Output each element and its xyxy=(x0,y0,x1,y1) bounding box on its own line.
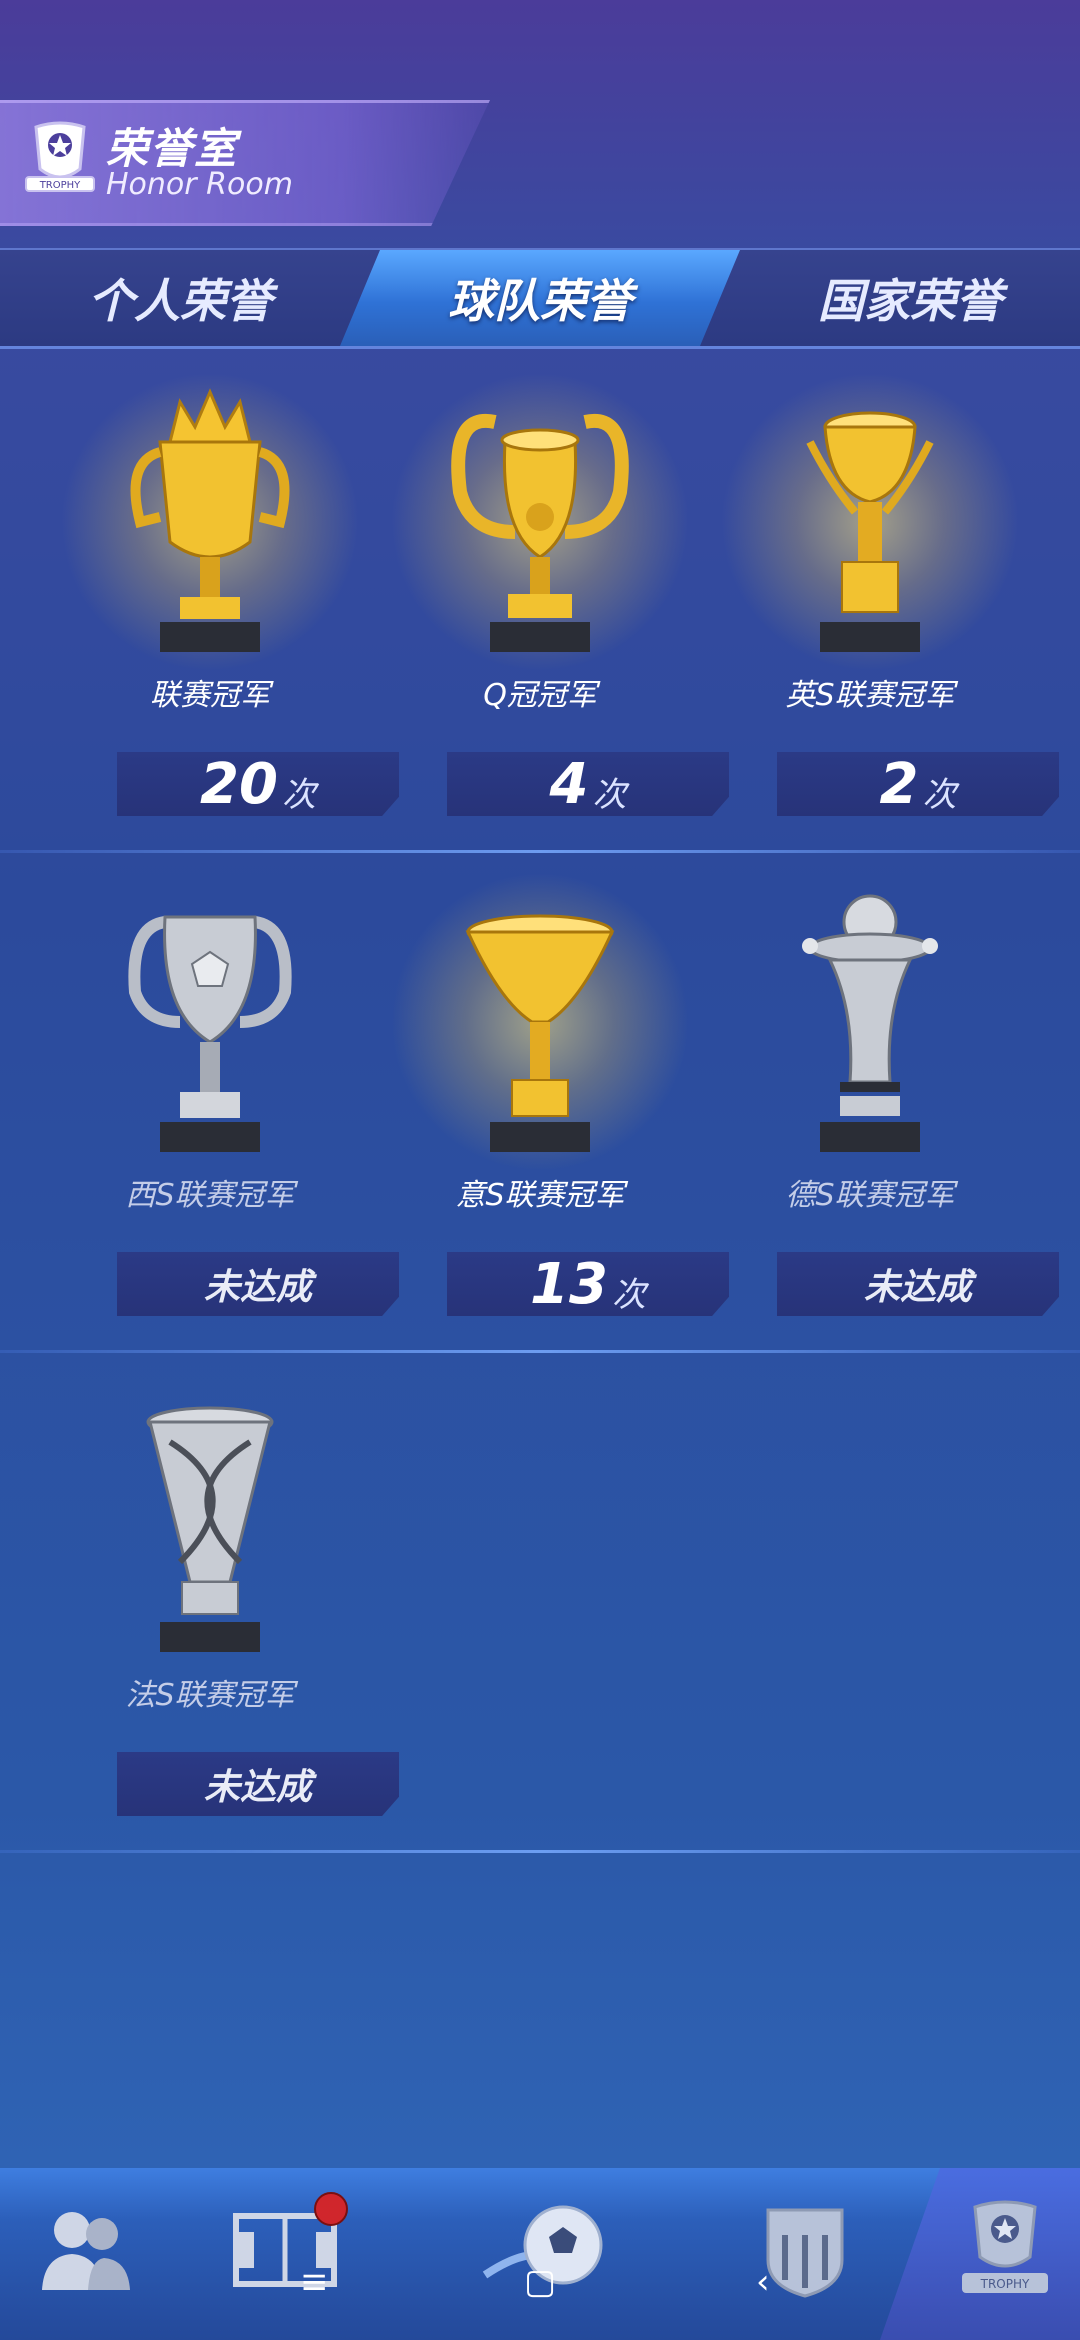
home-icon[interactable]: ▢ xyxy=(524,2262,556,2302)
italian-league-trophy-gold-icon xyxy=(465,914,615,1152)
trophy-card[interactable]: Q冠冠军 4 次 xyxy=(375,352,729,852)
trophy-card[interactable]: 德S联赛冠军 未达成 xyxy=(705,852,1059,1352)
trophy-card[interactable]: 英S联赛冠军 2 次 xyxy=(705,352,1059,852)
trophy-name: Q冠冠军 xyxy=(483,678,597,713)
menu-icon[interactable]: ≡ xyxy=(300,2262,329,2302)
back-icon[interactable]: ‹ xyxy=(756,2262,770,2302)
trophy-status-box: 未达成 xyxy=(117,1752,399,1816)
trophy-card[interactable]: 西S联赛冠军 未达成 xyxy=(45,852,399,1352)
not-achieved-label: 未达成 xyxy=(203,1767,312,1808)
trophy-count-box: 20 次 xyxy=(117,752,399,816)
tab-national-honors[interactable]: 国家荣誉 xyxy=(760,250,1060,346)
trophy-card[interactable]: 联赛冠军 20 次 xyxy=(45,352,399,852)
not-achieved-label: 未达成 xyxy=(203,1267,312,1308)
not-achieved-label: 未达成 xyxy=(863,1267,972,1308)
trophy-status-box: 未达成 xyxy=(117,1252,399,1316)
trophy-name: 意S联赛冠军 xyxy=(455,1178,625,1213)
count-unit: 次 xyxy=(922,774,957,815)
trophy-name: 英S联赛冠军 xyxy=(785,678,955,713)
trophy-grid: 联赛冠军 20 次 Q冠冠军 4 次 英S联赛冠军 2 次 西S联赛冠军 未达成… xyxy=(0,352,1080,1853)
trophy-count-box: 2 次 xyxy=(777,752,1059,816)
spanish-league-trophy-silver-icon xyxy=(128,915,292,1152)
count-unit: 次 xyxy=(592,774,627,815)
league-trophy-gold-icon xyxy=(130,388,290,652)
trophy-name: 联赛冠军 xyxy=(150,678,270,713)
svg-text:TROPHY: TROPHY xyxy=(39,180,81,191)
trophy-name: 西S联赛冠军 xyxy=(125,1178,295,1213)
trophy-emblem-icon: TROPHY xyxy=(25,121,95,192)
french-league-trophy-silver-icon xyxy=(146,1406,274,1652)
count-unit: 次 xyxy=(281,774,316,815)
trophy-count: 13 xyxy=(530,1251,608,1317)
trophy-nav-label: TROPHY xyxy=(980,2277,1030,2291)
players-icon xyxy=(42,2212,130,2290)
nav-players[interactable] xyxy=(20,2190,150,2310)
page-header: TROPHY 荣誉室 Honor Room xyxy=(0,100,490,226)
club-crest-icon xyxy=(766,2208,844,2298)
honor-tabs: 个人荣誉 球队荣誉 国家荣誉 xyxy=(0,248,1080,349)
tab-personal-honors[interactable]: 个人荣誉 xyxy=(30,250,330,346)
trophy-count: 20 xyxy=(200,751,278,817)
trophy-count-box: 4 次 xyxy=(447,752,729,816)
tab-team-honors[interactable]: 球队荣誉 xyxy=(340,250,740,346)
trophy-count: 2 xyxy=(879,751,919,817)
notification-badge xyxy=(314,2192,348,2226)
trophy-status-box: 未达成 xyxy=(777,1252,1059,1316)
trophy-name: 法S联赛冠军 xyxy=(125,1678,295,1713)
trophy-icon: TROPHY xyxy=(962,2200,1048,2293)
trophy-count: 4 xyxy=(549,751,589,817)
english-league-trophy-gold-icon xyxy=(806,411,934,652)
trophy-name: 德S联赛冠军 xyxy=(785,1178,955,1213)
trophy-count-box: 13 次 xyxy=(447,1252,729,1316)
german-league-trophy-silver-icon xyxy=(802,894,938,1152)
count-unit: 次 xyxy=(611,1274,646,1315)
q-cup-trophy-gold-icon xyxy=(451,413,629,652)
trophy-card[interactable]: 法S联赛冠军 未达成 xyxy=(45,1352,399,1852)
page-subtitle: Honor Room xyxy=(106,167,293,202)
trophy-card[interactable]: 意S联赛冠军 13 次 xyxy=(375,852,729,1352)
nav-trophy[interactable]: TROPHY xyxy=(940,2190,1070,2310)
